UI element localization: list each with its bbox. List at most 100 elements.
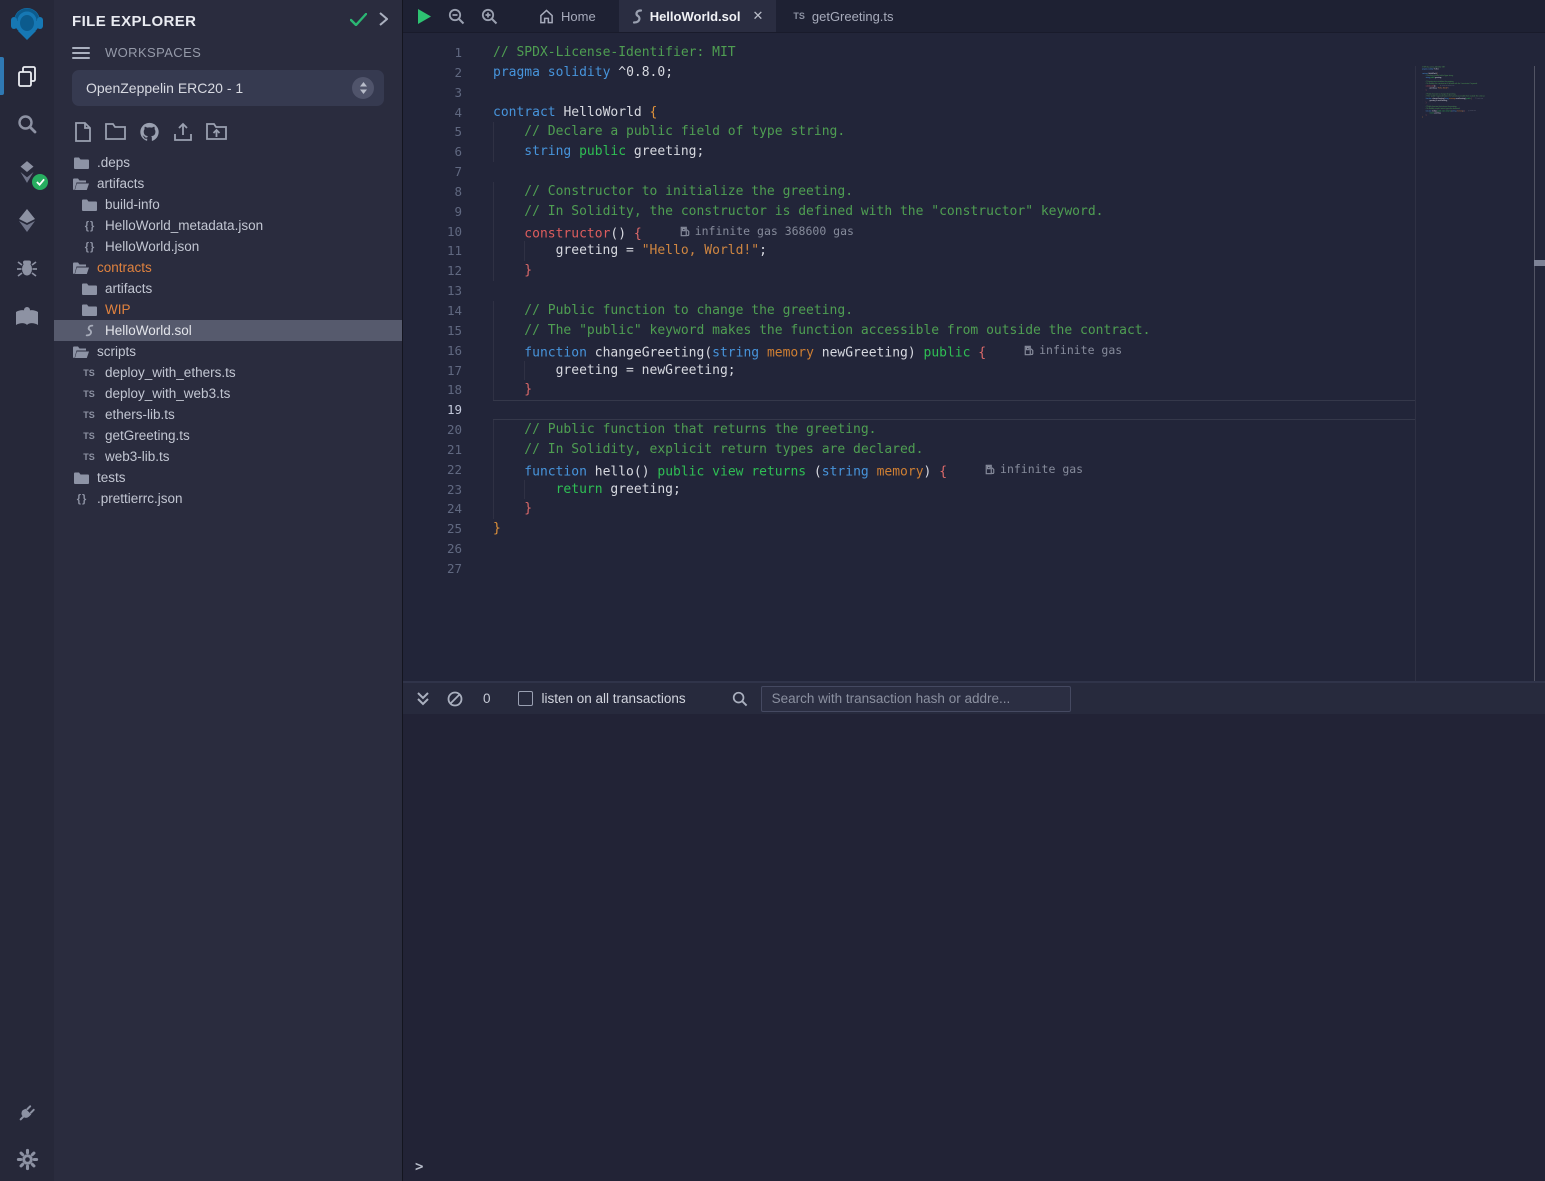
code-line-17[interactable]: 17greeting = newGreeting; [403,361,1415,381]
line-content [493,281,1415,301]
code-line-26[interactable]: 26 [403,539,1415,559]
transaction-search-input[interactable] [761,686,1071,712]
code-line-8[interactable]: 8// Constructor to initialize the greeti… [403,182,1415,202]
code-line-12[interactable]: 12} [403,261,1415,281]
code-line-15[interactable]: 15// The "public" keyword makes the func… [403,321,1415,341]
line-content: } [493,519,1415,539]
code-editor[interactable]: 1// SPDX-License-Identifier: MIT2pragma … [403,33,1545,681]
upload-folder-icon[interactable] [206,122,227,142]
code-line-27[interactable]: 27 [1422,120,1528,122]
sidebar-item-learneth[interactable] [0,292,54,340]
tree-item-tests[interactable]: tests [54,467,402,488]
code-line-6[interactable]: 6string public greeting; [403,142,1415,162]
code-line-7[interactable]: 7 [403,162,1415,182]
line-number: 2 [403,63,493,83]
terminal-collapse-icon[interactable] [416,691,430,706]
tree-item-.deps[interactable]: .deps [54,152,402,173]
new-file-icon[interactable] [74,122,92,142]
panel-expand-chevron-icon[interactable] [379,12,388,31]
code-line-16[interactable]: 16function changeGreeting(string memory … [403,341,1415,361]
workspace-ok-check-icon[interactable] [350,13,367,31]
tab-helloworld-sol[interactable]: HelloWorld.sol ✕ [619,0,777,32]
github-icon[interactable] [139,122,160,142]
code-line-19[interactable]: 19 [403,400,1415,420]
new-folder-icon[interactable] [105,122,126,142]
code-line-13[interactable]: 13 [403,281,1415,301]
code-line-10[interactable]: 10constructor() {infinite gas 368600 gas [403,222,1415,242]
upload-file-icon[interactable] [173,122,193,142]
tree-item-scripts[interactable]: scripts [54,341,402,362]
line-number: 8 [403,182,493,202]
sidebar-item-deploy-and-run[interactable] [0,196,54,244]
json-icon: { } [80,220,98,232]
zoom-out-icon[interactable] [448,8,465,25]
tree-item-HelloWorld.sol[interactable]: HelloWorld.sol [54,320,402,341]
run-script-button[interactable] [417,8,432,25]
code-line-21[interactable]: 21// In Solidity, explicit return types … [403,440,1415,460]
workspaces-menu-icon[interactable] [72,47,90,59]
line-content: // Public function that returns the gree… [493,420,1415,440]
tree-item-contracts[interactable]: contracts [54,257,402,278]
remix-logo-icon[interactable] [0,0,54,52]
tree-item-getGreeting.ts[interactable]: TSgetGreeting.ts [54,425,402,446]
file-explorer-panel: FILE EXPLORER WORKSPACES OpenZeppelin ER… [54,0,403,1181]
sidebar-item-debugger[interactable] [0,244,54,292]
line-number: 19 [403,400,493,420]
code-line-5[interactable]: 5// Declare a public field of type strin… [403,122,1415,142]
gas-estimate-annotation: infinite gas 368600 gas [680,222,854,242]
line-number: 25 [403,519,493,539]
line-content [493,400,1415,420]
scrollbar-handle[interactable] [1534,260,1545,266]
tree-item-artifacts[interactable]: artifacts [54,278,402,299]
line-number: 4 [403,103,493,123]
code-line-25[interactable]: 25} [403,519,1415,539]
tree-item-.prettierrc.json[interactable]: { }.prettierrc.json [54,488,402,509]
tab-home[interactable]: Home [526,0,609,32]
code-line-4[interactable]: 4contract HelloWorld { [403,103,1415,123]
tree-item-WIP[interactable]: WIP [54,299,402,320]
tab-getgreeting-ts[interactable]: TS getGreeting.ts [780,0,906,32]
tree-item-label: ethers-lib.ts [105,407,175,422]
code-line-23[interactable]: 23return greeting; [403,480,1415,500]
code-line-2[interactable]: 2pragma solidity ^0.8.0; [403,63,1415,83]
workspace-select-arrows-icon [352,77,374,99]
tree-item-build-info[interactable]: build-info [54,194,402,215]
listen-transactions-label[interactable]: listen on all transactions [542,691,686,706]
code-line-18[interactable]: 18} [403,380,1415,400]
code-line-9[interactable]: 9// In Solidity, the constructor is defi… [403,202,1415,222]
editor-scrollbar[interactable] [1534,66,1545,681]
code-line-3[interactable]: 3 [403,83,1415,103]
code-line-14[interactable]: 14// Public function to change the greet… [403,301,1415,321]
clear-console-icon[interactable] [447,691,463,707]
terminal-output[interactable]: > [403,714,1545,1181]
code-line-1[interactable]: 1// SPDX-License-Identifier: MIT [403,43,1415,63]
tree-item-HelloWorld.json[interactable]: { }HelloWorld.json [54,236,402,257]
sidebar-item-settings[interactable] [0,1137,54,1181]
code-line-27[interactable]: 27 [403,559,1415,579]
zoom-in-icon[interactable] [481,8,498,25]
code-line-11[interactable]: 11greeting = "Hello, World!"; [403,241,1415,261]
tree-item-artifacts[interactable]: artifacts [54,173,402,194]
code-line-20[interactable]: 20// Public function that returns the gr… [403,420,1415,440]
tree-item-HelloWorld_metadata.json[interactable]: { }HelloWorld_metadata.json [54,215,402,236]
code-line-24[interactable]: 24} [403,499,1415,519]
minimap[interactable]: 1// SPDX-License-Identifier: MIT2pragma … [1415,66,1535,681]
line-number: 24 [403,499,493,519]
tree-item-deploy_with_ethers.ts[interactable]: TSdeploy_with_ethers.ts [54,362,402,383]
close-tab-icon[interactable]: ✕ [752,8,763,24]
listen-transactions-checkbox[interactable] [518,691,533,706]
plug-icon [15,1101,39,1125]
code-line-22[interactable]: 22function hello() public view returns (… [403,460,1415,480]
sidebar-item-search[interactable] [0,100,54,148]
sidebar-item-solidity-compiler[interactable] [0,148,54,196]
tree-item-web3-lib.ts[interactable]: TSweb3-lib.ts [54,446,402,467]
tree-item-ethers-lib.ts[interactable]: TSethers-lib.ts [54,404,402,425]
tree-item-label: WIP [105,302,131,317]
tree-item-deploy_with_web3.ts[interactable]: TSdeploy_with_web3.ts [54,383,402,404]
sidebar-item-plugin-manager[interactable] [0,1089,54,1137]
sidebar-item-file-explorer[interactable] [0,52,54,100]
workspace-select[interactable]: OpenZeppelin ERC20 - 1 [72,70,384,106]
tree-item-label: scripts [97,344,136,359]
terminal-search-icon [732,691,748,707]
ts-icon: TS [80,368,98,378]
